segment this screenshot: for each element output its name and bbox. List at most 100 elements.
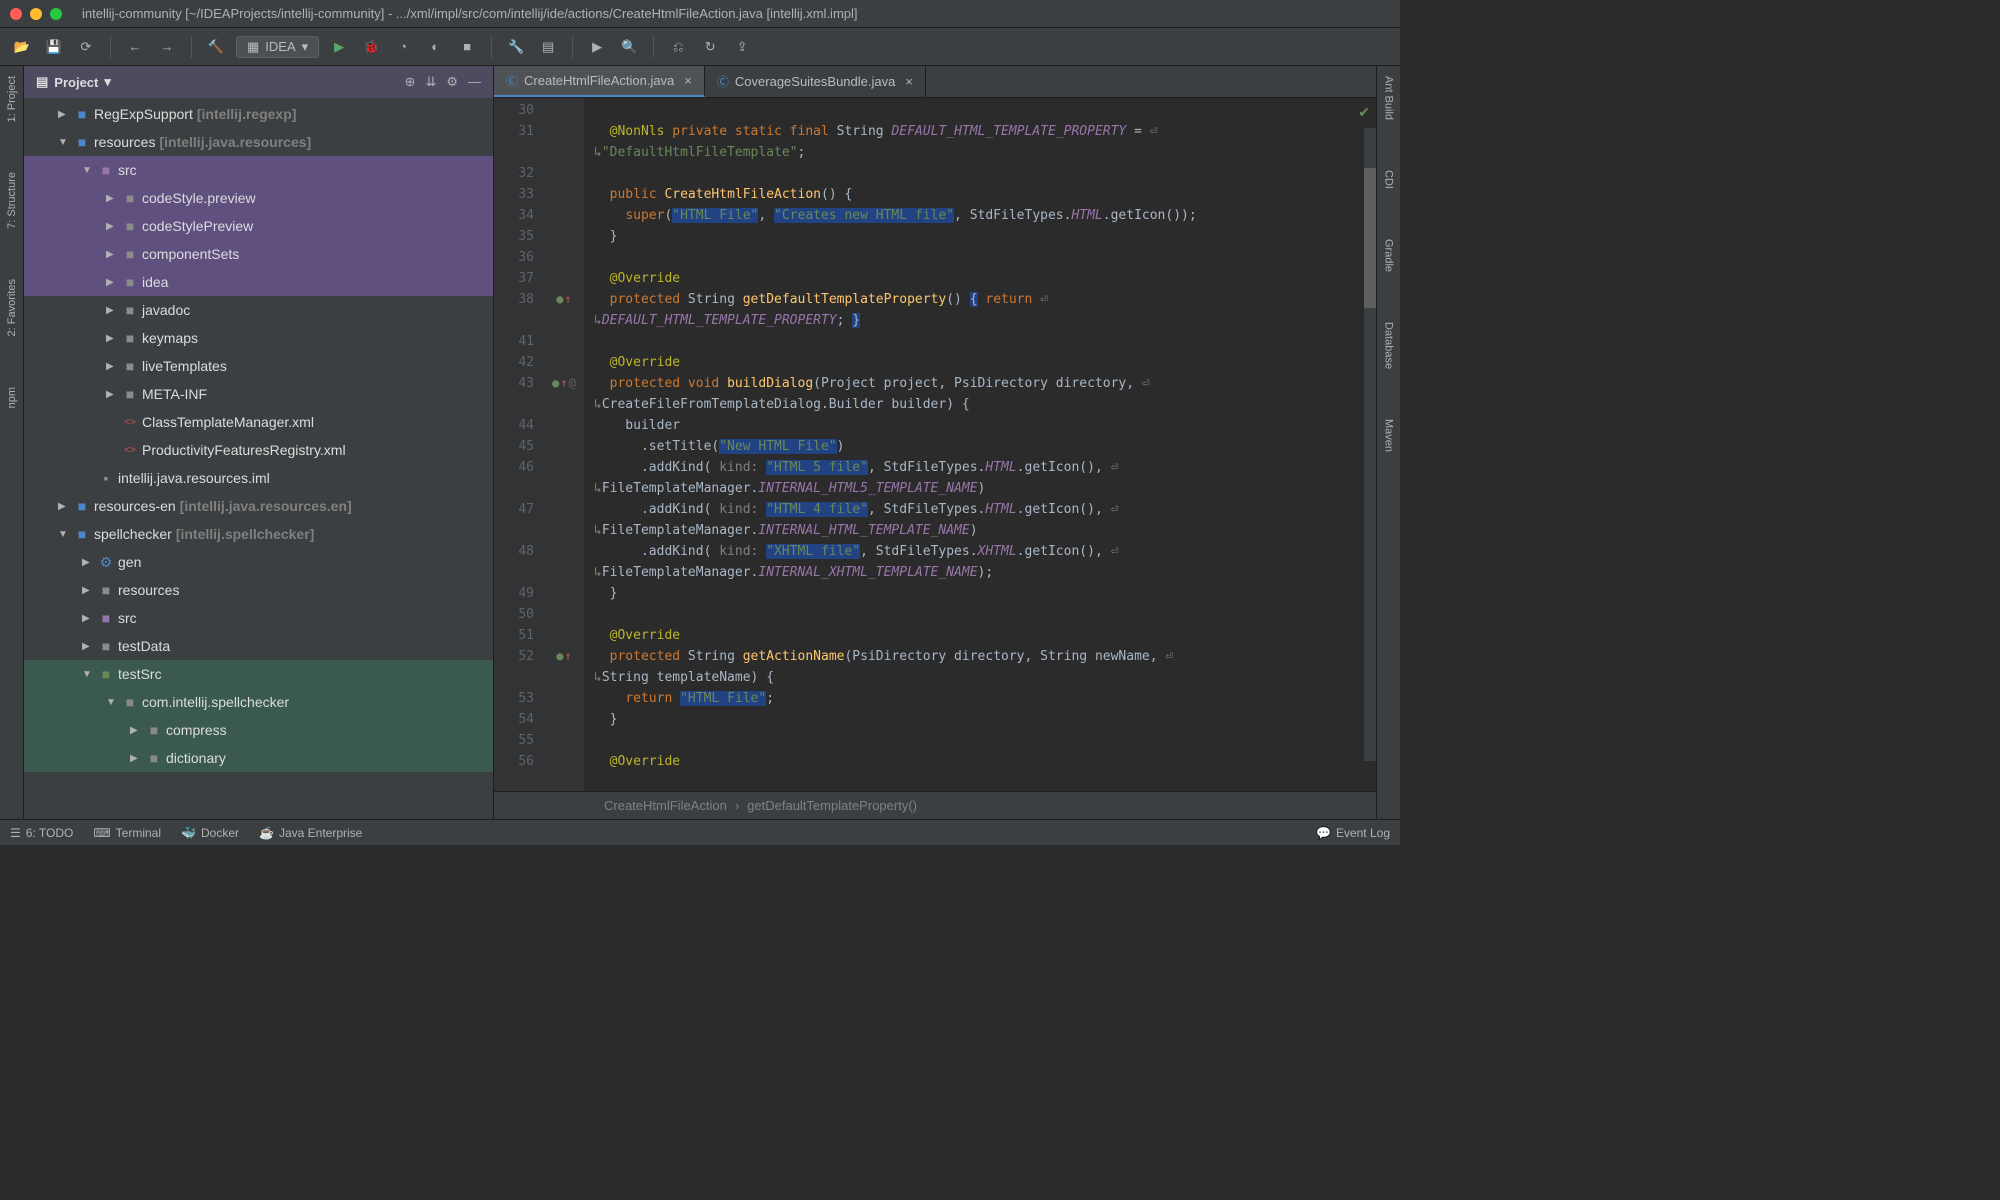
tree-row[interactable]: <> ClassTemplateManager.xml <box>24 408 493 436</box>
status-docker[interactable]: 🐳Docker <box>181 826 239 840</box>
locate-icon[interactable]: ⊕ <box>405 74 416 90</box>
open-icon[interactable]: 📂 <box>10 35 34 59</box>
collapse-icon[interactable]: ⇊ <box>425 74 436 90</box>
tree-row[interactable]: ▼ ■ com.intellij.spellchecker <box>24 688 493 716</box>
close-tab-icon[interactable]: × <box>684 73 692 88</box>
maximize-window[interactable] <box>50 8 62 20</box>
tree-row[interactable]: ▪ intellij.java.resources.iml <box>24 464 493 492</box>
coverage-icon[interactable]: ◔ <box>391 35 415 59</box>
tool-ant[interactable]: Ant Build <box>1383 76 1395 120</box>
settings-icon[interactable]: 🔧 <box>504 35 528 59</box>
close-window[interactable] <box>10 8 22 20</box>
hide-icon[interactable]: — <box>468 74 481 90</box>
build-icon[interactable]: 🔨 <box>204 35 228 59</box>
breadcrumb[interactable]: CreateHtmlFileAction › getDefaultTemplat… <box>494 791 1376 819</box>
tool-gradle[interactable]: Gradle <box>1383 239 1395 272</box>
breadcrumb-class[interactable]: CreateHtmlFileAction <box>604 798 727 813</box>
structure-icon[interactable]: ▤ <box>536 35 560 59</box>
tree-row[interactable]: ▼ ■ src <box>24 156 493 184</box>
tree-arrow-icon[interactable]: ▶ <box>82 557 94 568</box>
tree-arrow-icon[interactable]: ▶ <box>82 585 94 596</box>
status-todo[interactable]: ☰6: TODO <box>10 826 73 840</box>
tree-arrow-icon[interactable]: ▶ <box>82 613 94 624</box>
project-tree[interactable]: ▶ ■ RegExpSupport [intellij.regexp]▼ ■ r… <box>24 98 493 819</box>
tree-arrow-icon[interactable]: ▼ <box>58 137 70 148</box>
tree-arrow-icon[interactable]: ▶ <box>106 277 118 288</box>
gear-icon[interactable]: ⚙ <box>446 74 458 90</box>
folder-icon: ■ <box>122 218 138 234</box>
tree-row[interactable]: ▶ ■ componentSets <box>24 240 493 268</box>
status-terminal[interactable]: ⌨Terminal <box>93 826 161 840</box>
minimize-window[interactable] <box>30 8 42 20</box>
tree-arrow-icon[interactable]: ▶ <box>106 333 118 344</box>
tree-row[interactable]: <> ProductivityFeaturesRegistry.xml <box>24 436 493 464</box>
tree-arrow-icon[interactable]: ▼ <box>82 165 94 176</box>
tree-label: dictionary <box>166 750 226 766</box>
tree-row[interactable]: ▶ ■ src <box>24 604 493 632</box>
run-config-selector[interactable]: ▦ IDEA ▾ <box>236 36 319 58</box>
tree-row[interactable]: ▶ ■ compress <box>24 716 493 744</box>
tree-row[interactable]: ▶ ■ RegExpSupport [intellij.regexp] <box>24 100 493 128</box>
tree-row[interactable]: ▶ ■ testData <box>24 632 493 660</box>
status-eventlog[interactable]: 💬Event Log <box>1316 826 1390 840</box>
scrollbar-thumb[interactable] <box>1364 168 1376 308</box>
tree-arrow-icon[interactable]: ▶ <box>106 389 118 400</box>
tree-arrow-icon[interactable]: ▼ <box>82 669 94 680</box>
tool-project[interactable]: 1: Project <box>6 76 18 122</box>
tree-arrow-icon[interactable]: ▶ <box>58 501 70 512</box>
tool-structure[interactable]: 7: Structure <box>6 172 18 229</box>
tree-arrow-icon[interactable]: ▶ <box>106 249 118 260</box>
tree-row[interactable]: ▼ ■ spellchecker [intellij.spellchecker] <box>24 520 493 548</box>
code-editor[interactable]: ✔ 3031 32333435363738 414243 444546 47 4… <box>494 98 1376 791</box>
tree-row[interactable]: ▼ ■ resources [intellij.java.resources] <box>24 128 493 156</box>
editor-tab[interactable]: Ⓒ CreateHtmlFileAction.java × <box>494 66 705 97</box>
tool-favorites[interactable]: 2: Favorites <box>6 279 18 336</box>
tree-row[interactable]: ▶ ■ liveTemplates <box>24 352 493 380</box>
editor-scrollbar[interactable] <box>1364 128 1376 761</box>
tool-npm[interactable]: npm <box>6 387 18 408</box>
stop-icon[interactable]: ■ <box>455 35 479 59</box>
avd-icon[interactable]: ▶ <box>585 35 609 59</box>
tree-arrow-icon[interactable]: ▼ <box>106 697 118 708</box>
tree-row[interactable]: ▶ ■ javadoc <box>24 296 493 324</box>
refresh-icon[interactable]: ⟳ <box>74 35 98 59</box>
tree-row[interactable]: ▶ ■ dictionary <box>24 744 493 772</box>
status-javaee[interactable]: ☕Java Enterprise <box>259 826 362 840</box>
tree-arrow-icon[interactable]: ▶ <box>106 361 118 372</box>
search-icon[interactable]: 🔍 <box>617 35 641 59</box>
tree-row[interactable]: ▶ ■ META-INF <box>24 380 493 408</box>
tree-row[interactable]: ▶ ■ resources-en [intellij.java.resource… <box>24 492 493 520</box>
close-tab-icon[interactable]: × <box>905 74 913 89</box>
back-icon[interactable]: ← <box>123 35 147 59</box>
tree-arrow-icon[interactable]: ▶ <box>106 221 118 232</box>
tool-maven[interactable]: Maven <box>1383 419 1395 452</box>
chevron-down-icon[interactable]: ▾ <box>104 74 111 90</box>
tool-database[interactable]: Database <box>1383 322 1395 369</box>
tree-arrow-icon[interactable]: ▶ <box>82 641 94 652</box>
forward-icon[interactable]: → <box>155 35 179 59</box>
tree-row[interactable]: ▶ ■ resources <box>24 576 493 604</box>
run-icon[interactable]: ▶ <box>327 35 351 59</box>
vcs-icon[interactable]: ⎌ <box>666 35 690 59</box>
tree-row[interactable]: ▶ ■ keymaps <box>24 324 493 352</box>
tree-row[interactable]: ▼ ■ testSrc <box>24 660 493 688</box>
tree-arrow-icon[interactable]: ▶ <box>106 193 118 204</box>
code-content[interactable]: @NonNls private static final String DEFA… <box>584 98 1376 791</box>
tree-arrow-icon[interactable]: ▶ <box>130 725 142 736</box>
tree-row[interactable]: ▶ ■ codeStylePreview <box>24 212 493 240</box>
tool-cdi[interactable]: CDI <box>1383 170 1395 189</box>
debug-icon[interactable]: 🐞 <box>359 35 383 59</box>
save-icon[interactable]: 💾 <box>42 35 66 59</box>
vcs-update-icon[interactable]: ↻ <box>698 35 722 59</box>
profile-icon[interactable]: ◐ <box>423 35 447 59</box>
breadcrumb-method[interactable]: getDefaultTemplateProperty() <box>747 798 917 813</box>
tree-arrow-icon[interactable]: ▶ <box>130 753 142 764</box>
tree-arrow-icon[interactable]: ▶ <box>58 109 70 120</box>
tree-row[interactable]: ▶ ■ idea <box>24 268 493 296</box>
tree-arrow-icon[interactable]: ▶ <box>106 305 118 316</box>
tree-arrow-icon[interactable]: ▼ <box>58 529 70 540</box>
editor-tab[interactable]: Ⓒ CoverageSuitesBundle.java × <box>705 66 926 97</box>
vcs-push-icon[interactable]: ⇪ <box>730 35 754 59</box>
tree-row[interactable]: ▶ ■ codeStyle.preview <box>24 184 493 212</box>
tree-row[interactable]: ▶ ⚙ gen <box>24 548 493 576</box>
